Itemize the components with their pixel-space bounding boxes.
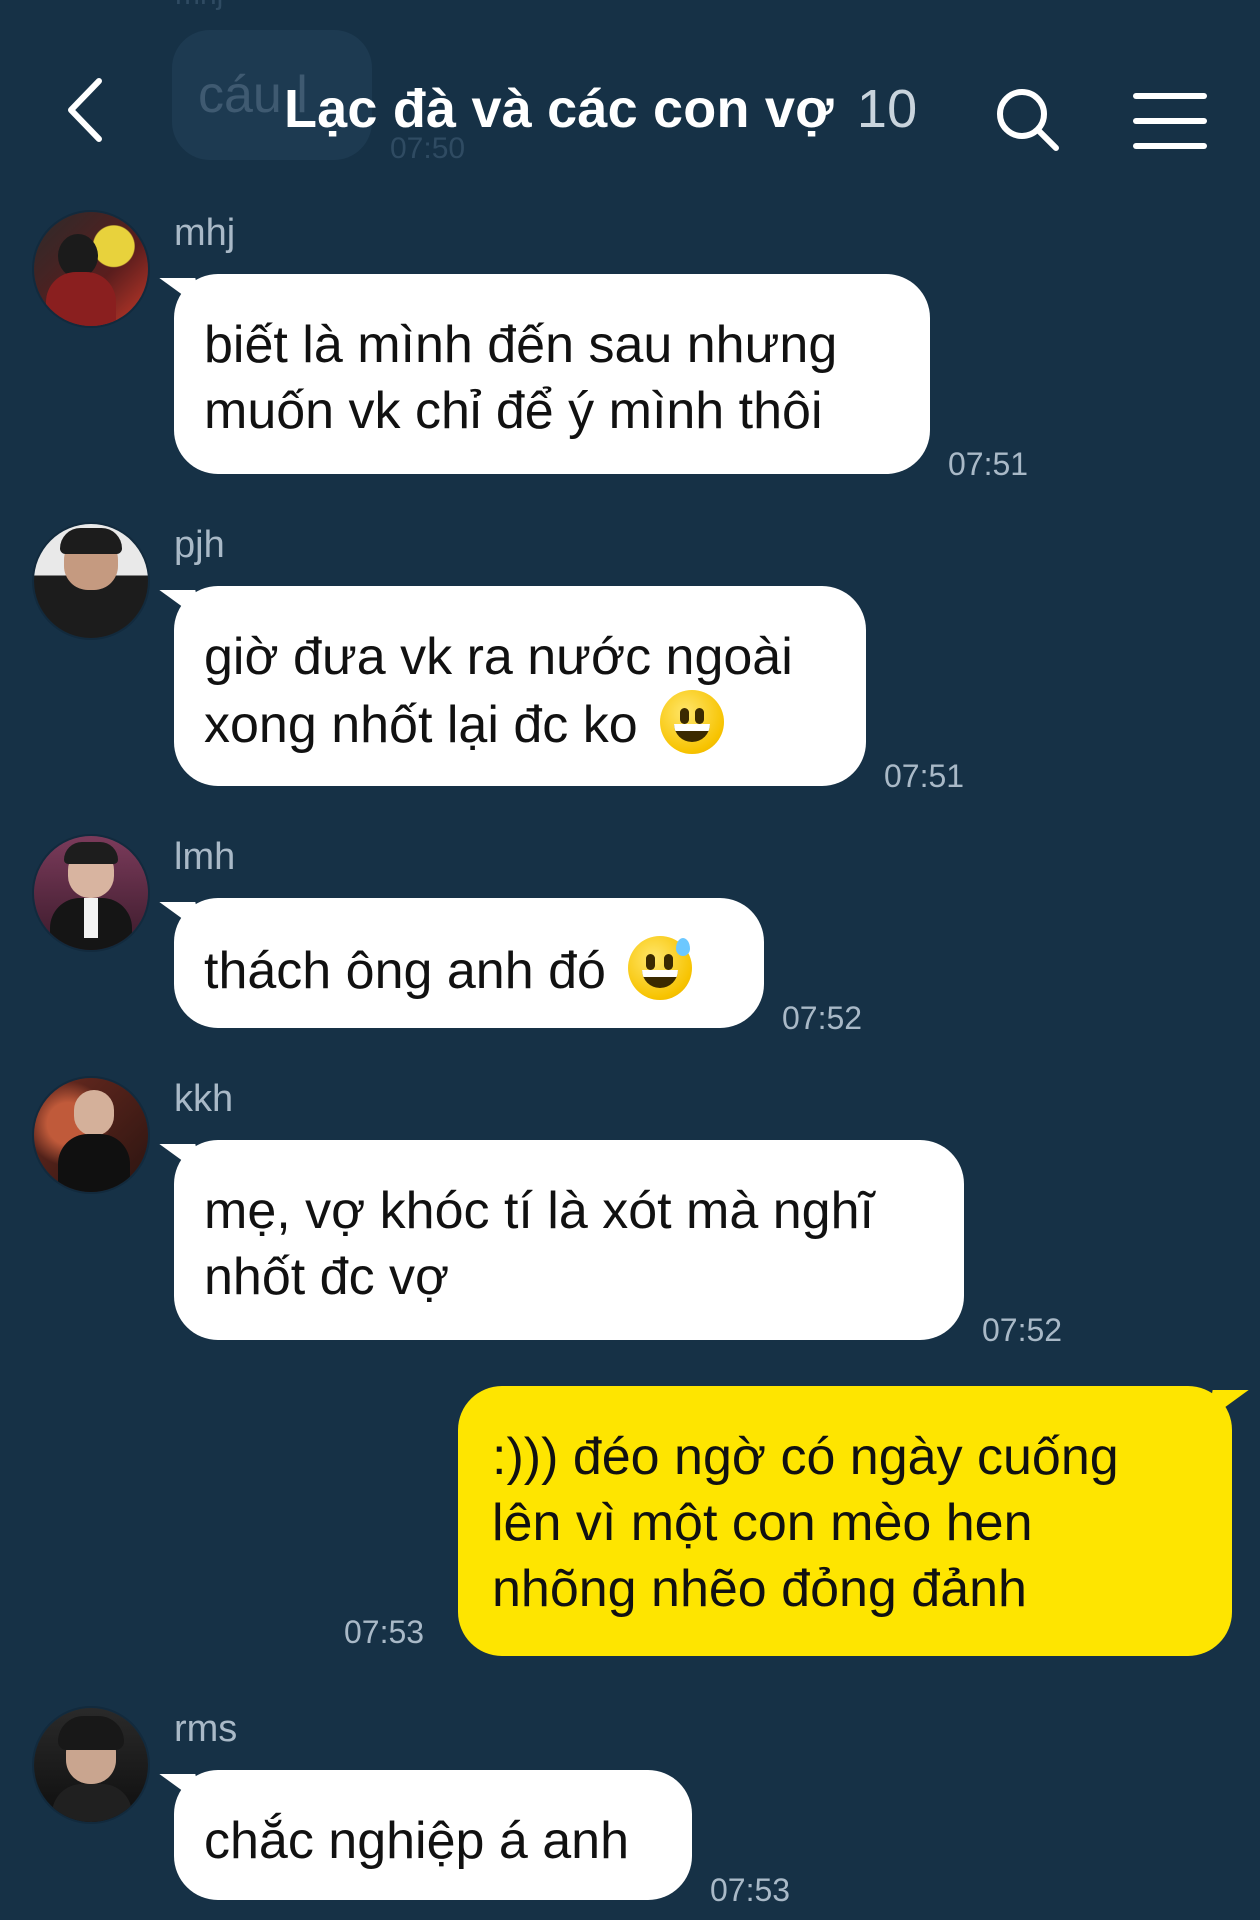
own-message-bubble[interactable]: :))) đéo ngờ có ngày cuống lên vì một co… (458, 1386, 1232, 1656)
message-line: thách ông anh đó (204, 936, 724, 1004)
sender-name: mhj (174, 212, 236, 254)
member-count: 10 (856, 79, 918, 139)
message-line: muốn vk chỉ để ý mình thôi (204, 382, 823, 440)
message-line: mẹ, vợ khóc tí là xót mà nghĩ (204, 1182, 874, 1240)
sender-name: pjh (174, 524, 225, 566)
message-bubble[interactable]: mẹ, vợ khóc tí là xót mà nghĩ nhốt đc vợ (174, 1140, 964, 1340)
message-line-text: xong nhốt lại đc ko (204, 696, 638, 754)
search-icon (997, 89, 1059, 151)
hamburger-menu-icon (1133, 93, 1207, 149)
message-time: 07:51 (884, 758, 965, 794)
message-line: giờ đưa vk ra nước ngoài (204, 628, 793, 686)
message-time: 07:53 (344, 1614, 425, 1650)
message-time: 07:52 (982, 1312, 1063, 1348)
message-line: nhốt đc vợ (204, 1248, 450, 1306)
chevron-left-icon (68, 78, 102, 142)
avatar[interactable] (34, 1708, 148, 1822)
message-line-text: thách ông anh đó (204, 942, 606, 1000)
menu-button[interactable] (1130, 86, 1210, 156)
search-button[interactable] (990, 82, 1070, 162)
message-bubble[interactable]: giờ đưa vk ra nước ngoài xong nhốt lại đ… (174, 586, 866, 786)
message-bubble[interactable]: thách ông anh đó (174, 898, 764, 1028)
avatar[interactable] (34, 212, 148, 326)
message-time: 07:51 (948, 446, 1029, 482)
sender-name: rms (174, 1708, 238, 1750)
message-bubble[interactable]: biết là mình đến sau nhưng muốn vk chỉ đ… (174, 274, 930, 474)
sender-name: lmh (174, 836, 236, 878)
message-time: 07:52 (782, 1000, 863, 1036)
avatar[interactable] (34, 1078, 148, 1192)
message-line: xong nhốt lại đc ko (204, 690, 826, 758)
avatar[interactable] (34, 836, 148, 950)
message-time: 07:53 (710, 1872, 791, 1908)
message-line: chắc nghiệp á anh (204, 1812, 630, 1870)
back-button[interactable] (50, 70, 120, 150)
chat-title-text: Lạc đà và các con vợ (284, 79, 834, 139)
message-bubble[interactable]: chắc nghiệp á anh (174, 1770, 692, 1900)
chat-header: Lạc đà và các con vợ 10 (0, 0, 1260, 200)
avatar[interactable] (34, 524, 148, 638)
message-line: :))) đéo ngờ có ngày cuống (492, 1428, 1119, 1486)
message-line: lên vì một con mèo hen (492, 1494, 1033, 1552)
message-line: biết là mình đến sau nhưng (204, 316, 838, 374)
grin-sweat-emoji-icon (628, 936, 693, 1000)
sender-name: kkh (174, 1078, 234, 1120)
smiley-emoji-icon (660, 690, 725, 754)
chat-title: Lạc đà và các con vợ 10 (284, 78, 917, 140)
message-line: nhõng nhẽo đỏng đảnh (492, 1560, 1027, 1618)
